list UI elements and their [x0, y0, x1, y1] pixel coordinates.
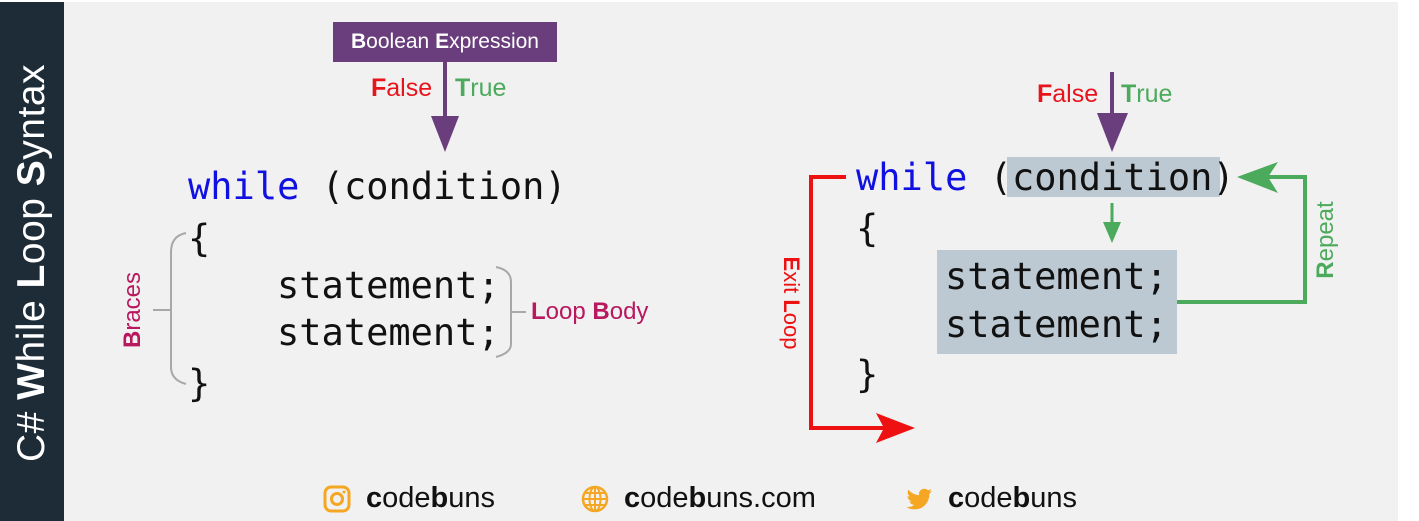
body-initial: B: [592, 298, 610, 325]
repeat-text: epeat: [1312, 201, 1339, 262]
false-initial: F: [371, 74, 387, 102]
footer-website[interactable]: codebuns.com: [580, 482, 816, 515]
braces-bracket: [170, 232, 187, 385]
handle-text: ode: [640, 482, 689, 514]
bool-text: oolean: [366, 30, 436, 53]
right-while-line: while (condition): [856, 159, 1235, 196]
true-arrow-head: [1103, 222, 1121, 243]
left-true-label: True: [455, 76, 506, 101]
handle-bold: b: [430, 482, 449, 514]
exit-initial: E: [779, 256, 804, 272]
right-false-label: False: [1037, 82, 1098, 107]
false-text: alse: [386, 74, 433, 102]
website-url[interactable]: codebuns.com: [624, 482, 816, 515]
right-statement-1: statement;: [945, 255, 1168, 298]
handle-bold: c: [948, 482, 965, 514]
true-text: rue: [470, 74, 507, 102]
true-initial: T: [455, 74, 471, 102]
loop-initial: L: [531, 298, 546, 325]
handle-text: uns: [1030, 482, 1078, 514]
handle-text: ode: [382, 482, 431, 514]
left-close-brace: }: [188, 362, 211, 405]
globe-icon: [581, 485, 609, 512]
body-text: ody: [609, 298, 649, 325]
true-text: rue: [1136, 80, 1173, 108]
loop-text: oop: [779, 312, 804, 350]
condition-arrow-head: [1097, 113, 1128, 152]
handle-bold: b: [688, 482, 707, 514]
handle-bold: c: [366, 482, 383, 514]
true-initial: T: [1121, 80, 1137, 108]
right-close-brace: }: [856, 353, 879, 396]
loop-initial: L: [779, 299, 804, 313]
loop-body-label: Loop Body: [531, 300, 648, 324]
close-paren: ): [1212, 156, 1235, 199]
left-false-label: False: [371, 76, 432, 101]
right-true-label: True: [1121, 82, 1172, 107]
left-statement-1: statement;: [277, 264, 500, 307]
condition-text: condition: [1011, 156, 1213, 199]
braces-text: races: [119, 271, 146, 331]
handle-bold: c: [624, 482, 641, 514]
loop-text: oop: [545, 298, 593, 325]
repeat-label: Repeat: [1312, 201, 1339, 279]
handle-text: uns.com: [706, 482, 816, 514]
handle-bold: b: [1012, 482, 1031, 514]
twitter-icon: [906, 488, 932, 509]
braces-label: Braces: [119, 271, 146, 349]
condition-text: (condition): [299, 165, 567, 208]
handle-text: ode: [964, 482, 1013, 514]
handle-text: uns: [448, 482, 496, 514]
connector-layer: [153, 62, 1307, 443]
right-open-brace: {: [856, 207, 879, 250]
left-statement-2: statement;: [277, 311, 500, 354]
while-keyword: while: [188, 165, 300, 208]
boolean-expression-box: Boolean Expression: [333, 22, 557, 62]
left-open-brace: {: [188, 217, 211, 260]
braces-initial: B: [119, 330, 146, 349]
instagram-icon: [323, 485, 351, 512]
boolean-arrow-head: [431, 116, 459, 152]
right-statement-2: statement;: [945, 303, 1168, 346]
exit-text: xit: [779, 271, 804, 300]
false-initial: F: [1037, 80, 1053, 108]
bool-text: xpression: [449, 30, 539, 53]
false-text: alse: [1052, 80, 1099, 108]
exit-loop-label: Exit Loop: [779, 256, 804, 350]
while-keyword: while: [856, 156, 968, 199]
repeat-initial: R: [1312, 261, 1339, 279]
footer-twitter[interactable]: codebuns: [904, 482, 1077, 515]
left-while-line: while (condition): [188, 168, 567, 205]
footer-instagram[interactable]: codebuns: [322, 482, 495, 515]
open-paren: (: [967, 156, 1012, 199]
bool-initial: B: [351, 30, 367, 53]
bool-initial: E: [435, 30, 450, 53]
instagram-handle[interactable]: codebuns: [366, 482, 495, 515]
twitter-handle[interactable]: codebuns: [948, 482, 1077, 515]
